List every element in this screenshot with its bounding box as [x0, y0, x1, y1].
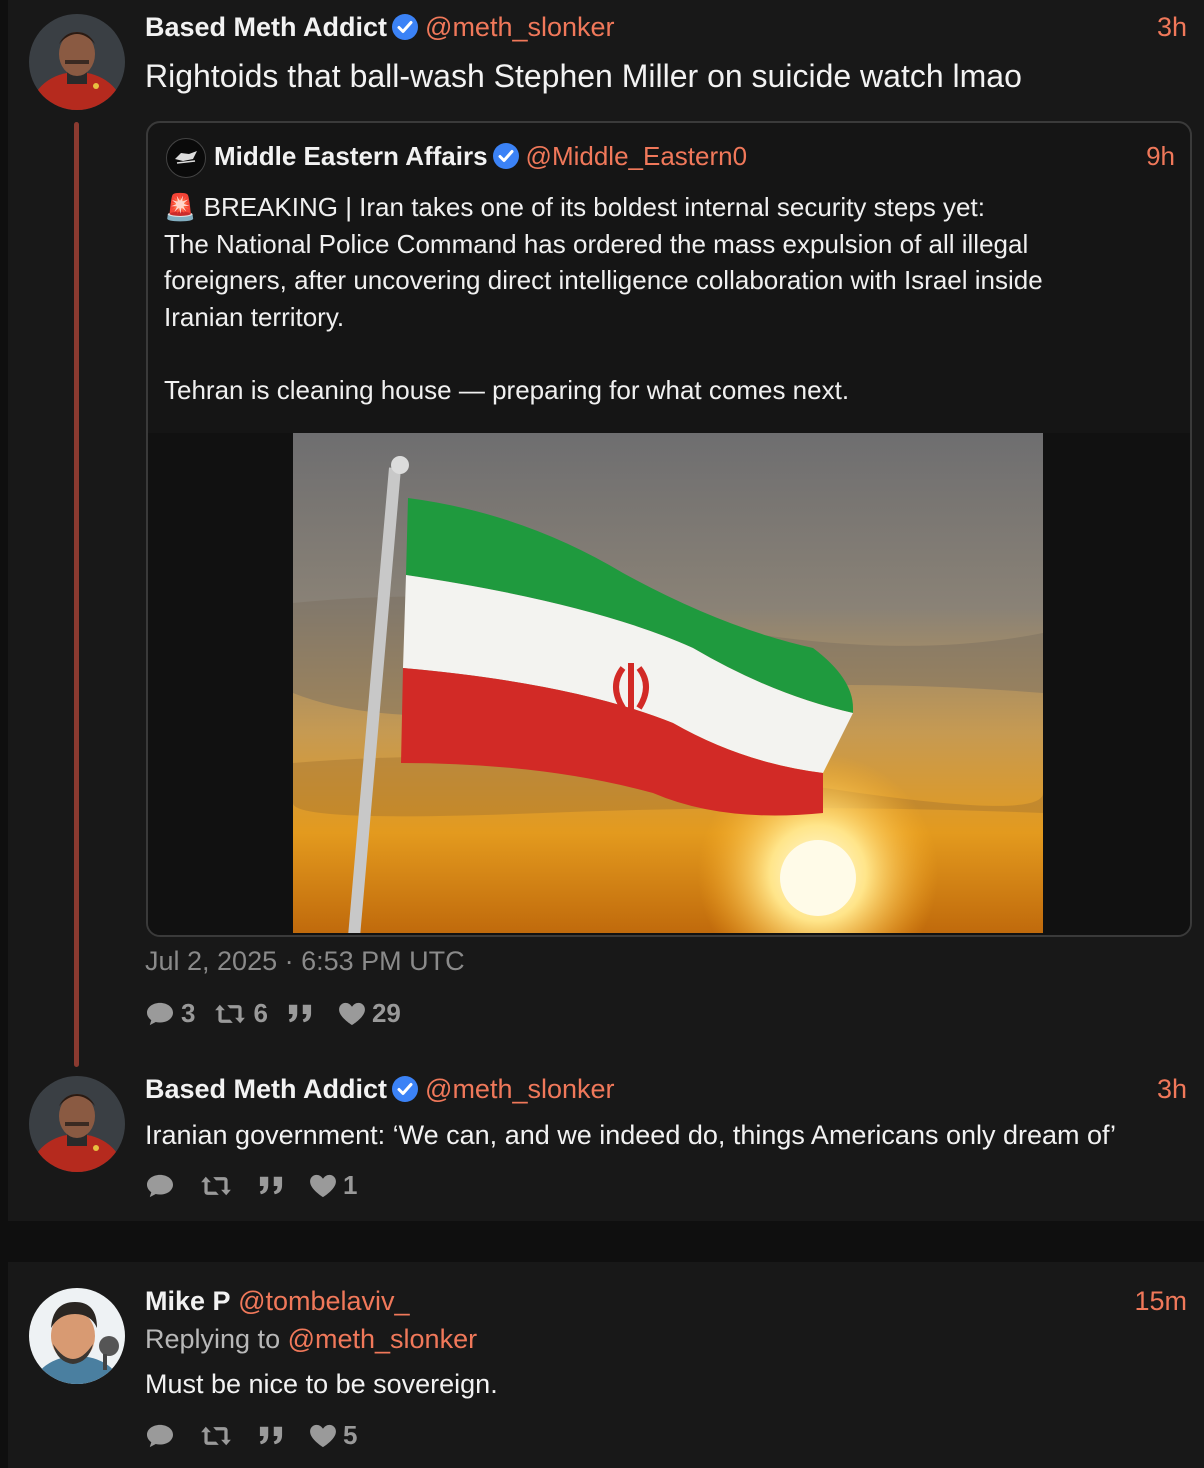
- post-header: Based Meth Addict @meth_slonker: [145, 1074, 615, 1105]
- quote-text: 🚨 BREAKING | Iran takes one of its bolde…: [164, 189, 1043, 408]
- replying-to: Replying to @meth_slonker: [145, 1324, 477, 1355]
- avatar[interactable]: [29, 1076, 125, 1172]
- verified-icon: [391, 1075, 419, 1103]
- reply-icon: [145, 1173, 175, 1199]
- thread-line: [74, 122, 79, 1067]
- quote-line: Tehran is cleaning house — preparing for…: [164, 374, 850, 405]
- post-time[interactable]: 3h: [1157, 12, 1187, 43]
- avatar[interactable]: [29, 14, 125, 110]
- post-text: Iranian government: ‘We can, and we inde…: [145, 1120, 1117, 1150]
- avatar[interactable]: [29, 1288, 125, 1384]
- post-text: Must be nice to be sovereign.: [145, 1369, 498, 1399]
- replying-prefix: Replying to: [145, 1324, 288, 1354]
- author-name[interactable]: Based Meth Addict: [145, 12, 387, 42]
- reply-button[interactable]: 3: [145, 998, 195, 1029]
- quote-icon: [286, 1002, 314, 1026]
- quote-line: foreigners, after uncovering direct inte…: [164, 265, 1043, 295]
- quote-button[interactable]: [286, 1002, 320, 1026]
- author-name[interactable]: Based Meth Addict: [145, 1074, 387, 1104]
- quote-avatar[interactable]: [166, 138, 206, 178]
- retweet-count: 6: [253, 998, 268, 1028]
- quote-author-name[interactable]: Middle Eastern Affairs: [214, 141, 488, 171]
- reply-button[interactable]: [145, 1173, 181, 1199]
- reply-count: 3: [181, 998, 196, 1028]
- quote-icon: [257, 1424, 285, 1448]
- post-time[interactable]: 15m: [1134, 1286, 1187, 1317]
- reply-icon: [145, 1001, 175, 1027]
- post-header: Based Meth Addict @meth_slonker: [145, 12, 615, 43]
- post-stats: 5: [145, 1420, 357, 1451]
- like-count: 1: [343, 1170, 358, 1200]
- post-header: Mike P @tombelaviv_: [145, 1286, 410, 1317]
- iran-flag-image[interactable]: [293, 433, 1043, 933]
- quote-header: Middle Eastern Affairs @Middle_Eastern0: [214, 141, 747, 172]
- replying-handle[interactable]: @meth_slonker: [288, 1324, 478, 1354]
- post-stats: 1: [145, 1170, 357, 1201]
- quote-button[interactable]: [257, 1174, 291, 1198]
- retweet-icon: [199, 1173, 233, 1199]
- like-button[interactable]: 29: [338, 998, 401, 1029]
- quote-line: 🚨 BREAKING | Iran takes one of its bolde…: [164, 192, 985, 222]
- quote-time[interactable]: 9h: [1146, 141, 1175, 172]
- retweet-button[interactable]: [199, 1173, 239, 1199]
- retweet-button[interactable]: 6: [213, 998, 268, 1029]
- author-handle[interactable]: @tombelaviv_: [238, 1286, 409, 1316]
- quote-line: The National Police Command has ordered …: [164, 228, 1029, 259]
- like-count: 29: [371, 998, 401, 1028]
- post-stats: 3 6 29: [145, 998, 401, 1029]
- quote-icon: [257, 1174, 285, 1198]
- retweet-button[interactable]: [199, 1423, 239, 1449]
- author-name[interactable]: Mike P: [145, 1286, 231, 1316]
- reply-icon: [145, 1423, 175, 1449]
- quote-author-handle[interactable]: @Middle_Eastern0: [526, 141, 748, 171]
- verified-icon: [391, 13, 419, 41]
- verified-icon: [492, 142, 520, 170]
- post-date[interactable]: Jul 2, 2025 · 6:53 PM UTC: [145, 946, 465, 977]
- heart-icon: [309, 1424, 337, 1448]
- heart-icon: [309, 1174, 337, 1198]
- reply-button[interactable]: [145, 1423, 181, 1449]
- quote-button[interactable]: [257, 1424, 291, 1448]
- post-time[interactable]: 3h: [1157, 1074, 1187, 1105]
- like-button[interactable]: 5: [309, 1420, 357, 1451]
- quoted-post[interactable]: Middle Eastern Affairs @Middle_Eastern0 9…: [146, 121, 1192, 937]
- post-text: Rightoids that ball-wash Stephen Miller …: [145, 58, 1022, 94]
- like-count: 5: [343, 1420, 358, 1450]
- like-button[interactable]: 1: [309, 1170, 357, 1201]
- quote-line: Iranian territory.: [164, 301, 345, 332]
- author-handle[interactable]: @meth_slonker: [425, 12, 615, 42]
- retweet-icon: [199, 1423, 233, 1449]
- author-handle[interactable]: @meth_slonker: [425, 1074, 615, 1104]
- heart-icon: [338, 1002, 366, 1026]
- retweet-icon: [213, 1001, 247, 1027]
